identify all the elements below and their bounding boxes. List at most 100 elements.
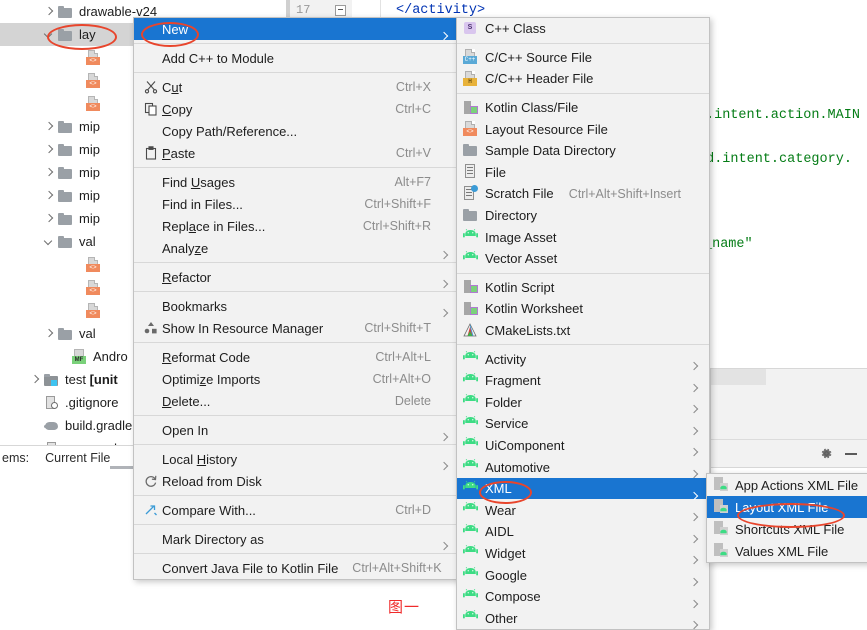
right-tool-window	[710, 368, 867, 468]
chevron-down-icon[interactable]	[42, 235, 56, 249]
chevron-right-icon[interactable]	[28, 373, 42, 387]
menu-item-label: Delete...	[162, 393, 211, 409]
menu-item-open-in[interactable]: Open In	[134, 419, 459, 441]
menu-item-show-in-resource-manager[interactable]: Show In Resource Manager Ctrl+Shift+T	[134, 317, 459, 339]
menu-item-refactor[interactable]: Refactor	[134, 266, 459, 288]
menu-item-app-actions-xml-file[interactable]: App Actions XML File	[707, 474, 867, 496]
menu-item-reload-from-disk[interactable]: Reload from Disk	[134, 470, 459, 492]
menu-item-label: Service	[485, 416, 529, 432]
menu-item-kotlin-script[interactable]: Kotlin Script	[457, 277, 709, 299]
android-xml-file-icon	[713, 499, 735, 515]
problems-scope-tab[interactable]: Current File	[45, 451, 110, 465]
settings-gear-icon[interactable]	[820, 447, 833, 460]
menu-item-compare-with[interactable]: Compare With... Ctrl+D	[134, 499, 459, 521]
scratch-file-icon	[463, 184, 485, 202]
menu-item-new[interactable]: New	[134, 18, 459, 40]
menu-item-icon-slot	[140, 269, 162, 285]
menu-item-vector-asset[interactable]: Vector Asset	[457, 248, 709, 270]
menu-item-label: Reload from Disk	[162, 473, 262, 489]
menu-item-cmakelists-txt[interactable]: CMakeLists.txt	[457, 320, 709, 342]
menu-item-sample-data-directory[interactable]: Sample Data Directory	[457, 140, 709, 162]
menu-item-widget[interactable]: Widget	[457, 543, 709, 565]
menu-item-label: Local History	[162, 451, 238, 467]
code-fold-icon[interactable]	[335, 5, 346, 16]
android-xml-file-icon	[713, 543, 735, 559]
menu-item-cut[interactable]: Cut Ctrl+X	[134, 76, 459, 98]
menu-item-label: Replace in Files...	[162, 218, 266, 234]
right-tool-window-toolbar	[711, 439, 867, 467]
menu-item-c-class[interactable]: S C++ Class	[457, 18, 709, 40]
menu-item-label: Google	[485, 567, 527, 583]
menu-item-other[interactable]: Other	[457, 607, 709, 629]
menu-item-fragment[interactable]: Fragment	[457, 370, 709, 392]
menu-item-values-xml-file[interactable]: Values XML File	[707, 540, 867, 562]
chevron-right-icon[interactable]	[42, 327, 56, 341]
android-icon	[463, 372, 485, 389]
tree-row-label: build.gradle	[65, 418, 133, 433]
menu-item-replace-in-files[interactable]: Replace in Files... Ctrl+Shift+R	[134, 215, 459, 237]
menu-item-compose[interactable]: Compose	[457, 586, 709, 608]
menu-item-find-in-files[interactable]: Find in Files... Ctrl+Shift+F	[134, 193, 459, 215]
menu-item-layout-xml-file[interactable]: Layout XML File	[707, 496, 867, 518]
chevron-right-icon[interactable]	[42, 5, 56, 19]
menu-item-copy[interactable]: Copy Ctrl+C	[134, 98, 459, 120]
menu-item-local-history[interactable]: Local History	[134, 448, 459, 470]
menu-item-delete[interactable]: Delete... Delete	[134, 390, 459, 412]
layout-xml-file-icon: <>	[463, 121, 485, 137]
code-fragment-3: _name"	[704, 237, 753, 252]
menu-item-wear[interactable]: Wear	[457, 499, 709, 521]
menu-item-uicomponent[interactable]: UiComponent	[457, 435, 709, 457]
layout-xml-file-icon: <>	[85, 72, 102, 89]
chevron-right-icon[interactable]	[42, 120, 56, 134]
menu-item-optimize-imports[interactable]: Optimize Imports Ctrl+Alt+O	[134, 368, 459, 390]
menu-item-image-asset[interactable]: Image Asset	[457, 226, 709, 248]
chevron-right-icon[interactable]	[42, 212, 56, 226]
menu-item-find-usages[interactable]: Find Usages Alt+F7	[134, 171, 459, 193]
menu-item-aidl[interactable]: AIDL	[457, 521, 709, 543]
folder-icon	[463, 143, 485, 159]
menu-item-shortcuts-xml-file[interactable]: Shortcuts XML File	[707, 518, 867, 540]
menu-item-file[interactable]: File	[457, 162, 709, 184]
menu-item-convert-java-file-to-kotlin-file[interactable]: Convert Java File to Kotlin File Ctrl+Alt…	[134, 557, 459, 579]
menu-item-xml[interactable]: XML	[457, 477, 709, 500]
menu-item-layout-resource-file[interactable]: <> Layout Resource File	[457, 118, 709, 140]
menu-item-kotlin-class-file[interactable]: Kotlin Class/File	[457, 97, 709, 119]
menu-item-label: Shortcuts XML File	[735, 521, 845, 537]
menu-item-bookmarks[interactable]: Bookmarks	[134, 295, 459, 317]
menu-item-icon-slot	[140, 393, 162, 409]
menu-item-c-c-source-file[interactable]: C++ C/C++ Source File	[457, 47, 709, 69]
menu-item-copy-path-reference[interactable]: Copy Path/Reference...	[134, 120, 459, 142]
layout-xml-file-icon: <>	[85, 49, 102, 66]
minimize-icon[interactable]	[845, 452, 857, 455]
menu-item-scratch-file[interactable]: Scratch File Ctrl+Alt+Shift+Insert	[457, 183, 709, 205]
menu-item-kotlin-worksheet[interactable]: Kotlin Worksheet	[457, 298, 709, 320]
menu-item-folder[interactable]: Folder	[457, 392, 709, 414]
menu-item-reformat-code[interactable]: Reformat Code Ctrl+Alt+L	[134, 346, 459, 368]
new-submenu[interactable]: S C++ Class C++ C/C++ Source File H C/C++ Hea…	[456, 17, 710, 630]
menu-item-paste[interactable]: Paste Ctrl+V	[134, 142, 459, 164]
menu-item-directory[interactable]: Directory	[457, 205, 709, 227]
menu-item-add-c-to-module[interactable]: Add C++ to Module	[134, 47, 459, 69]
menu-item-mark-directory-as[interactable]: Mark Directory as	[134, 528, 459, 550]
manifest-file-icon: MF	[71, 348, 88, 365]
menu-item-service[interactable]: Service	[457, 413, 709, 435]
menu-item-c-c-header-file[interactable]: H C/C++ Header File	[457, 68, 709, 90]
right-tool-window-tab[interactable]	[711, 369, 766, 385]
chevron-right-icon[interactable]	[42, 143, 56, 157]
menu-item-label: Kotlin Class/File	[485, 100, 579, 116]
context-menu[interactable]: New Add C++ to Module Cut Ctrl+X Copy Ctrl+C C…	[133, 17, 460, 580]
xml-submenu[interactable]: App Actions XML File Layout XML File Short…	[706, 473, 867, 563]
chevron-down-icon[interactable]	[42, 28, 56, 42]
menu-separator	[134, 415, 459, 416]
chevron-right-icon[interactable]	[42, 166, 56, 180]
menu-item-google[interactable]: Google	[457, 564, 709, 586]
folder-icon	[57, 119, 74, 135]
menu-item-label: C++ Class	[485, 21, 546, 37]
menu-item-activity[interactable]: Activity	[457, 348, 709, 370]
menu-item-automotive[interactable]: Automotive	[457, 456, 709, 478]
android-icon	[463, 523, 485, 535]
chevron-right-icon[interactable]	[42, 189, 56, 203]
menu-item-label: Copy Path/Reference...	[162, 123, 298, 139]
layout-xml-file-icon: <>	[85, 95, 102, 112]
menu-item-analyze[interactable]: Analyze	[134, 237, 459, 259]
